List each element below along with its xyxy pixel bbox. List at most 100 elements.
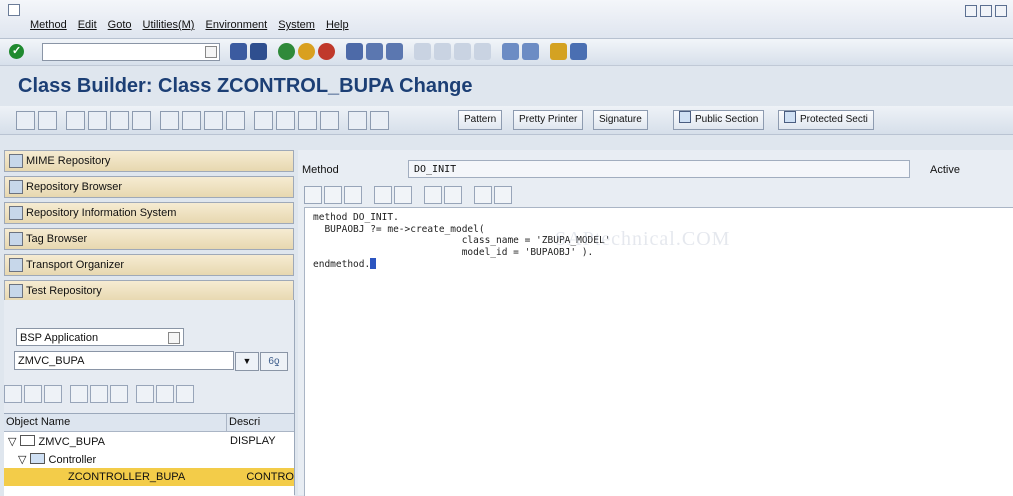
external-breakpoint-icon[interactable] — [370, 111, 389, 130]
fullscreen-icon[interactable] — [298, 111, 317, 130]
breakpoint-icon[interactable] — [348, 111, 367, 130]
upload-icon[interactable] — [474, 186, 492, 204]
code-editor[interactable]: SAPtechnical.COM method DO_INIT. BUPAOBJ… — [304, 207, 1013, 496]
section-icon — [784, 111, 796, 123]
test-repository-button[interactable]: Test Repository — [4, 280, 294, 302]
test-repository-label: Test Repository — [26, 285, 102, 297]
application-toolbar: Pattern Pretty Printer Signature Public … — [0, 106, 1013, 135]
column-description[interactable]: Descri — [227, 414, 260, 431]
public-section-button[interactable]: Public Section — [673, 110, 765, 130]
active-inactive-icon[interactable] — [88, 111, 107, 130]
tag-browser-label: Tag Browser — [26, 233, 88, 245]
minimize-icon[interactable] — [965, 5, 977, 17]
enter-icon[interactable] — [9, 44, 24, 59]
last-page-icon[interactable] — [474, 43, 491, 60]
undo-icon[interactable] — [374, 186, 392, 204]
menu-goto[interactable]: Goto — [108, 19, 132, 31]
tag-browser-button[interactable]: Tag Browser — [4, 228, 294, 250]
shortcut-icon[interactable] — [522, 43, 539, 60]
mime-repository-button[interactable]: MIME Repository — [4, 150, 294, 172]
down-object-icon[interactable] — [70, 385, 88, 403]
print-icon[interactable] — [346, 43, 363, 60]
create-session-icon[interactable] — [502, 43, 519, 60]
paste-icon[interactable] — [344, 186, 362, 204]
cut-icon[interactable] — [304, 186, 322, 204]
pattern-button[interactable]: Pattern — [458, 110, 503, 130]
dropdown-icon[interactable] — [205, 46, 217, 58]
menu-system[interactable]: System — [278, 19, 315, 31]
refresh-icon[interactable] — [110, 385, 128, 403]
navigation-window-icon[interactable] — [226, 111, 245, 130]
previous-page-icon[interactable] — [434, 43, 451, 60]
expand-icon[interactable]: ▽ — [18, 454, 26, 466]
display-change-icon[interactable] — [66, 111, 85, 130]
enhance-icon[interactable] — [276, 111, 295, 130]
method-name-field[interactable]: DO_INIT — [408, 160, 910, 178]
signature-button[interactable]: Signature — [593, 110, 648, 130]
back-arrow-icon[interactable] — [16, 111, 35, 130]
transport-organizer-button[interactable]: Transport Organizer — [4, 254, 294, 276]
up-object-icon[interactable] — [44, 385, 62, 403]
download-icon[interactable] — [494, 186, 512, 204]
hierarchy-icon[interactable] — [254, 111, 273, 130]
tree-header: Object Name Descri — [4, 414, 294, 432]
filter-icon[interactable] — [90, 385, 108, 403]
back-icon[interactable] — [278, 43, 295, 60]
help-icon[interactable] — [550, 43, 567, 60]
find-icon[interactable] — [366, 43, 383, 60]
cancel-icon[interactable] — [318, 43, 335, 60]
next-object-icon[interactable] — [24, 385, 42, 403]
check-icon[interactable] — [110, 111, 129, 130]
menu-items: Method Edit Goto Utilities(M) Environmen… — [30, 19, 349, 31]
repository-browser-button[interactable]: Repository Browser — [4, 176, 294, 198]
method-status: Active — [930, 164, 960, 176]
object-type-select[interactable]: BSP Application — [16, 328, 184, 346]
standard-toolbar — [0, 39, 1013, 66]
info-icon[interactable] — [320, 111, 339, 130]
activate-icon[interactable] — [132, 111, 151, 130]
column-object-name[interactable]: Object Name — [4, 414, 227, 431]
display-icon[interactable] — [156, 385, 174, 403]
forward-arrow-icon[interactable] — [38, 111, 57, 130]
next-page-icon[interactable] — [454, 43, 471, 60]
first-page-icon[interactable] — [414, 43, 431, 60]
menu-help[interactable]: Help — [326, 19, 349, 31]
expand-icon[interactable]: ▽ — [8, 436, 16, 448]
app-icon[interactable] — [8, 4, 20, 16]
object-name-input[interactable]: ZMVC_BUPA — [14, 351, 234, 370]
code-line: method DO_INIT. — [313, 212, 399, 223]
find-icon[interactable] — [424, 186, 442, 204]
mime-repository-label: MIME Repository — [26, 155, 111, 167]
menu-environment[interactable]: Environment — [205, 19, 267, 31]
arrow-icon[interactable] — [230, 43, 247, 60]
command-field[interactable] — [42, 43, 220, 61]
tree-row[interactable]: ▽ ZMVC_BUPA DISPLAY — [4, 432, 294, 450]
test-icon[interactable] — [160, 111, 179, 130]
find-next-icon[interactable] — [444, 186, 462, 204]
close-icon[interactable] — [995, 5, 1007, 17]
tree-row[interactable]: ▽ Controller — [4, 450, 294, 468]
object-list-icon[interactable] — [204, 111, 223, 130]
find-next-icon[interactable] — [386, 43, 403, 60]
maximize-icon[interactable] — [980, 5, 992, 17]
where-used-icon[interactable] — [182, 111, 201, 130]
select-dropdown-icon[interactable]: ▼ — [235, 352, 259, 371]
repository-info-system-label: Repository Information System — [26, 207, 177, 219]
hierarchy-icon[interactable] — [136, 385, 154, 403]
display-glasses-icon[interactable]: 6ƍ — [260, 352, 288, 371]
redo-icon[interactable] — [394, 186, 412, 204]
protected-section-button[interactable]: Protected Secti — [778, 110, 874, 130]
save-icon[interactable] — [250, 43, 267, 60]
tree-row-selected[interactable]: ZCONTROLLER_BUPA CONTRO — [4, 468, 294, 486]
repository-info-system-button[interactable]: Repository Information System — [4, 202, 294, 224]
copy-icon[interactable] — [324, 186, 342, 204]
exit-icon[interactable] — [298, 43, 315, 60]
previous-object-icon[interactable] — [4, 385, 22, 403]
more-icon[interactable] — [176, 385, 194, 403]
dropdown-icon[interactable] — [168, 332, 180, 344]
layout-icon[interactable] — [570, 43, 587, 60]
menu-utilities[interactable]: Utilities(M) — [143, 19, 195, 31]
menu-edit[interactable]: Edit — [78, 19, 97, 31]
menu-method[interactable]: Method — [30, 19, 67, 31]
pretty-printer-button[interactable]: Pretty Printer — [513, 110, 584, 130]
